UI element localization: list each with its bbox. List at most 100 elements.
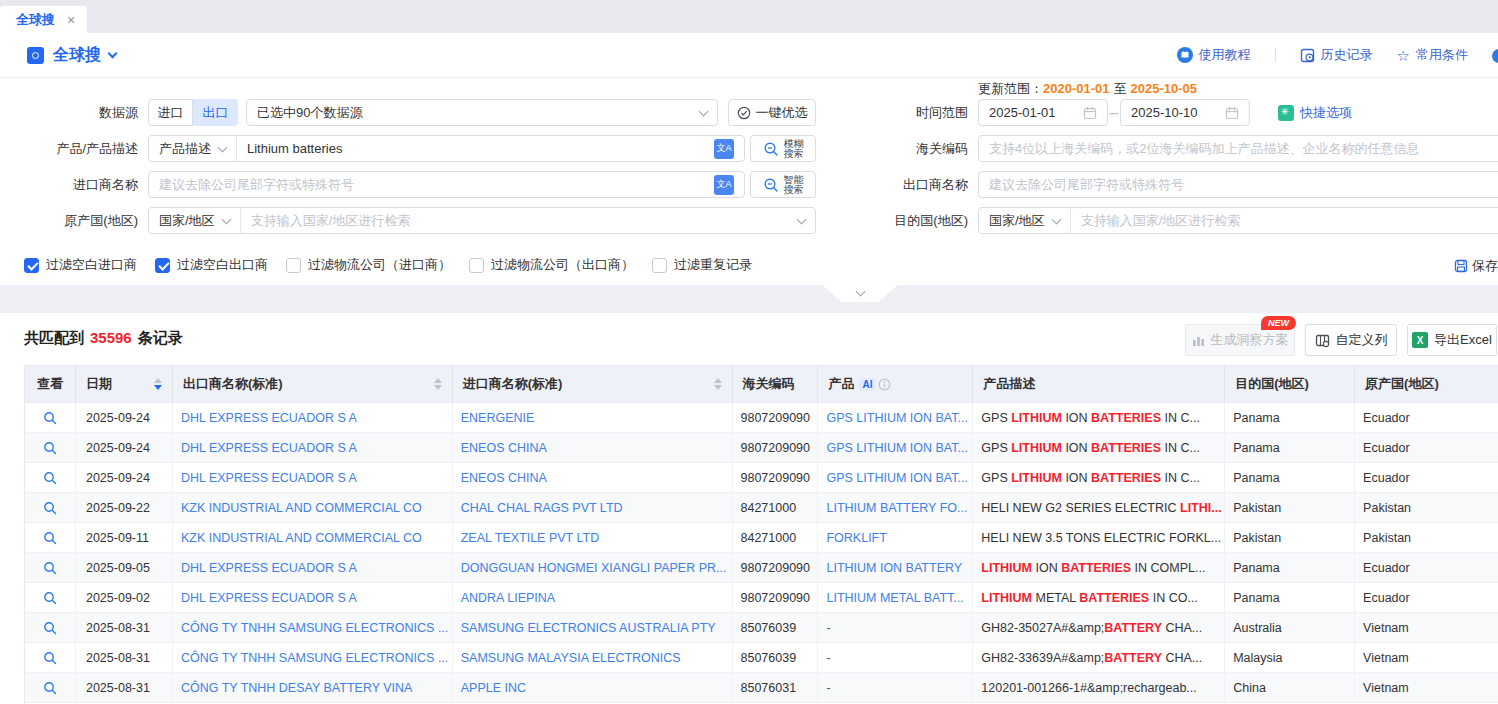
exporter-link[interactable]: KZK INDUSTRIAL AND COMMERCIAL CO (181, 531, 422, 545)
tutorial-link[interactable]: 使用教程 (1177, 46, 1251, 64)
filter-checkbox-item[interactable]: 过滤物流公司（进口商） (286, 256, 451, 274)
product-link[interactable]: LITHIUM BATTERY FO... (826, 501, 967, 515)
magnifier-icon[interactable] (43, 411, 57, 425)
date-from-input[interactable]: 2025-01-01 (978, 99, 1108, 126)
view-cell[interactable] (25, 403, 76, 433)
date-cell: 2025-09-02 (76, 583, 173, 613)
translate-icon[interactable]: 文A (714, 175, 734, 195)
view-cell[interactable] (25, 463, 76, 493)
product-input[interactable]: 产品描述 Lithium batteries 文A (148, 135, 745, 162)
smart-search-button[interactable]: 智能搜索 (750, 171, 816, 198)
magnifier-icon[interactable] (43, 651, 57, 665)
import-toggle[interactable]: 进口 (148, 99, 193, 126)
col-importer[interactable]: 进口商名称(标准) (453, 365, 733, 403)
tab-close-icon[interactable]: × (67, 13, 75, 27)
tab-global-search[interactable]: 全球搜 × (0, 6, 87, 33)
magnifier-icon[interactable] (43, 501, 57, 515)
filter-checkbox-item[interactable]: 过滤物流公司（出口商） (469, 256, 634, 274)
one-key-optimize-button[interactable]: 一键优选 (728, 99, 816, 126)
date-to-input[interactable]: 2025-10-10 (1120, 99, 1250, 126)
exporter-link[interactable]: DHL EXPRESS ECUADOR S A (181, 411, 357, 425)
exporter-link[interactable]: CÔNG TY TNHH DESAY BATTERY VINA (181, 681, 413, 695)
checkbox[interactable] (286, 258, 301, 273)
magnifier-icon[interactable] (43, 531, 57, 545)
quick-options-link[interactable]: 快捷选项 (1278, 99, 1352, 126)
datasource-select[interactable]: 已选中90个数据源 (246, 99, 718, 126)
view-cell[interactable] (25, 553, 76, 583)
col-date[interactable]: 日期 (76, 365, 173, 403)
customize-columns-button[interactable]: 自定义列 (1305, 324, 1397, 356)
checkbox[interactable] (155, 258, 170, 273)
destination-cell: Australia (1225, 613, 1355, 643)
exporter-link[interactable]: DHL EXPRESS ECUADOR S A (181, 471, 357, 485)
product-link[interactable]: GPS LITHIUM ION BAT... (826, 441, 967, 455)
importer-link[interactable]: ENEOS CHINA (461, 441, 547, 455)
product-link[interactable]: - (826, 681, 830, 695)
exporter-link[interactable]: CÔNG TY TNHH SAMSUNG ELECTRONICS ... (181, 651, 448, 665)
product-link[interactable]: LITHIUM METAL BATT... (826, 591, 963, 605)
view-cell[interactable] (25, 673, 76, 703)
exporter-link[interactable]: CÔNG TY TNHH SAMSUNG ELECTRONICS ... (181, 621, 448, 635)
view-cell[interactable] (25, 433, 76, 463)
importer-link[interactable]: SAMSUNG MALAYSIA ELECTRONICS (461, 651, 681, 665)
importer-link[interactable]: ENEOS CHINA (461, 471, 547, 485)
product-link[interactable]: LITHIUM ION BATTERY (826, 561, 962, 575)
product-link[interactable]: - (826, 651, 830, 665)
history-link[interactable]: 历史记录 (1300, 46, 1373, 64)
magnifier-icon[interactable] (43, 471, 57, 485)
generate-insight-button[interactable]: 生成洞察方案 NEW (1185, 324, 1295, 356)
importer-link[interactable]: ANDRA LIEPINA (461, 591, 555, 605)
importer-link[interactable]: DONGGUAN HONGMEI XIANGLI PAPER PR... (461, 561, 727, 575)
chevron-down-icon[interactable] (108, 48, 118, 58)
origin-input[interactable]: 国家/地区 支持输入国家/地区进行检索 (148, 207, 816, 234)
checkbox[interactable] (24, 258, 39, 273)
view-cell[interactable] (25, 643, 76, 673)
hscode-input[interactable]: 支持4位以上海关编码，或2位海关编码加上产品描述、企业名称的任意信息 (978, 135, 1498, 162)
product-link[interactable]: FORKLIFT (826, 531, 886, 545)
magnifier-icon[interactable] (43, 621, 57, 635)
export-excel-button[interactable]: X 导出Excel (1407, 324, 1497, 356)
product-link[interactable]: - (826, 621, 830, 635)
exporter-link[interactable]: DHL EXPRESS ECUADOR S A (181, 441, 357, 455)
exporter-input[interactable]: 建议去除公司尾部字符或特殊符号 (978, 171, 1498, 198)
exporter-link[interactable]: DHL EXPRESS ECUADOR S A (181, 591, 357, 605)
filter-checkbox-item[interactable]: 过滤重复记录 (652, 256, 752, 274)
view-cell[interactable] (25, 613, 76, 643)
magnifier-icon[interactable] (43, 591, 57, 605)
checkbox[interactable] (652, 258, 667, 273)
info-icon[interactable] (878, 378, 891, 391)
product-link[interactable]: GPS LITHIUM ION BAT... (826, 411, 967, 425)
checkbox[interactable] (469, 258, 484, 273)
filter-checkbox-item[interactable]: 过滤空白出口商 (155, 256, 268, 274)
collapse-handle[interactable] (822, 285, 898, 302)
view-cell[interactable] (25, 583, 76, 613)
exporter-link[interactable]: KZK INDUSTRIAL AND COMMERCIAL CO (181, 501, 422, 515)
origin-type-select[interactable]: 国家/地区 (159, 208, 241, 233)
importer-link[interactable]: ZEAL TEXTILE PVT LTD (461, 531, 599, 545)
translate-icon[interactable]: 文A (714, 139, 734, 159)
exporter-link[interactable]: DHL EXPRESS ECUADOR S A (181, 561, 357, 575)
fuzzy-search-button[interactable]: 模糊搜索 (750, 135, 816, 162)
view-cell[interactable] (25, 523, 76, 553)
extra-link-icon[interactable] (1492, 49, 1498, 63)
origin-label: 原产国(地区) (0, 207, 138, 234)
importer-input[interactable]: 建议去除公司尾部字符或特殊符号 文A (148, 171, 745, 198)
destination-type-select[interactable]: 国家/地区 (989, 208, 1071, 233)
importer-link[interactable]: ENERGENIE (461, 411, 535, 425)
magnifier-icon[interactable] (43, 441, 57, 455)
filter-checkbox-item[interactable]: 过滤空白进口商 (24, 256, 137, 274)
favorites-link[interactable]: ☆ 常用条件 (1397, 46, 1468, 64)
export-toggle[interactable]: 出口 (193, 99, 238, 126)
view-cell[interactable] (25, 493, 76, 523)
importer-link[interactable]: APPLE INC (461, 681, 526, 695)
destination-input[interactable]: 国家/地区 支持输入国家/地区进行检索 (978, 207, 1498, 234)
save-link[interactable]: 保存 (1454, 257, 1498, 275)
importer-link[interactable]: CHAL CHAL RAGS PVT LTD (461, 501, 623, 515)
magnifier-icon[interactable] (43, 561, 57, 575)
importer-link[interactable]: SAMSUNG ELECTRONICS AUSTRALIA PTY (461, 621, 716, 635)
product-link[interactable]: GPS LITHIUM ION BAT... (826, 471, 967, 485)
col-exporter[interactable]: 出口商名称(标准) (173, 365, 453, 403)
chevron-down-icon (699, 106, 709, 116)
product-type-select[interactable]: 产品描述 (159, 136, 237, 161)
magnifier-icon[interactable] (43, 681, 57, 695)
